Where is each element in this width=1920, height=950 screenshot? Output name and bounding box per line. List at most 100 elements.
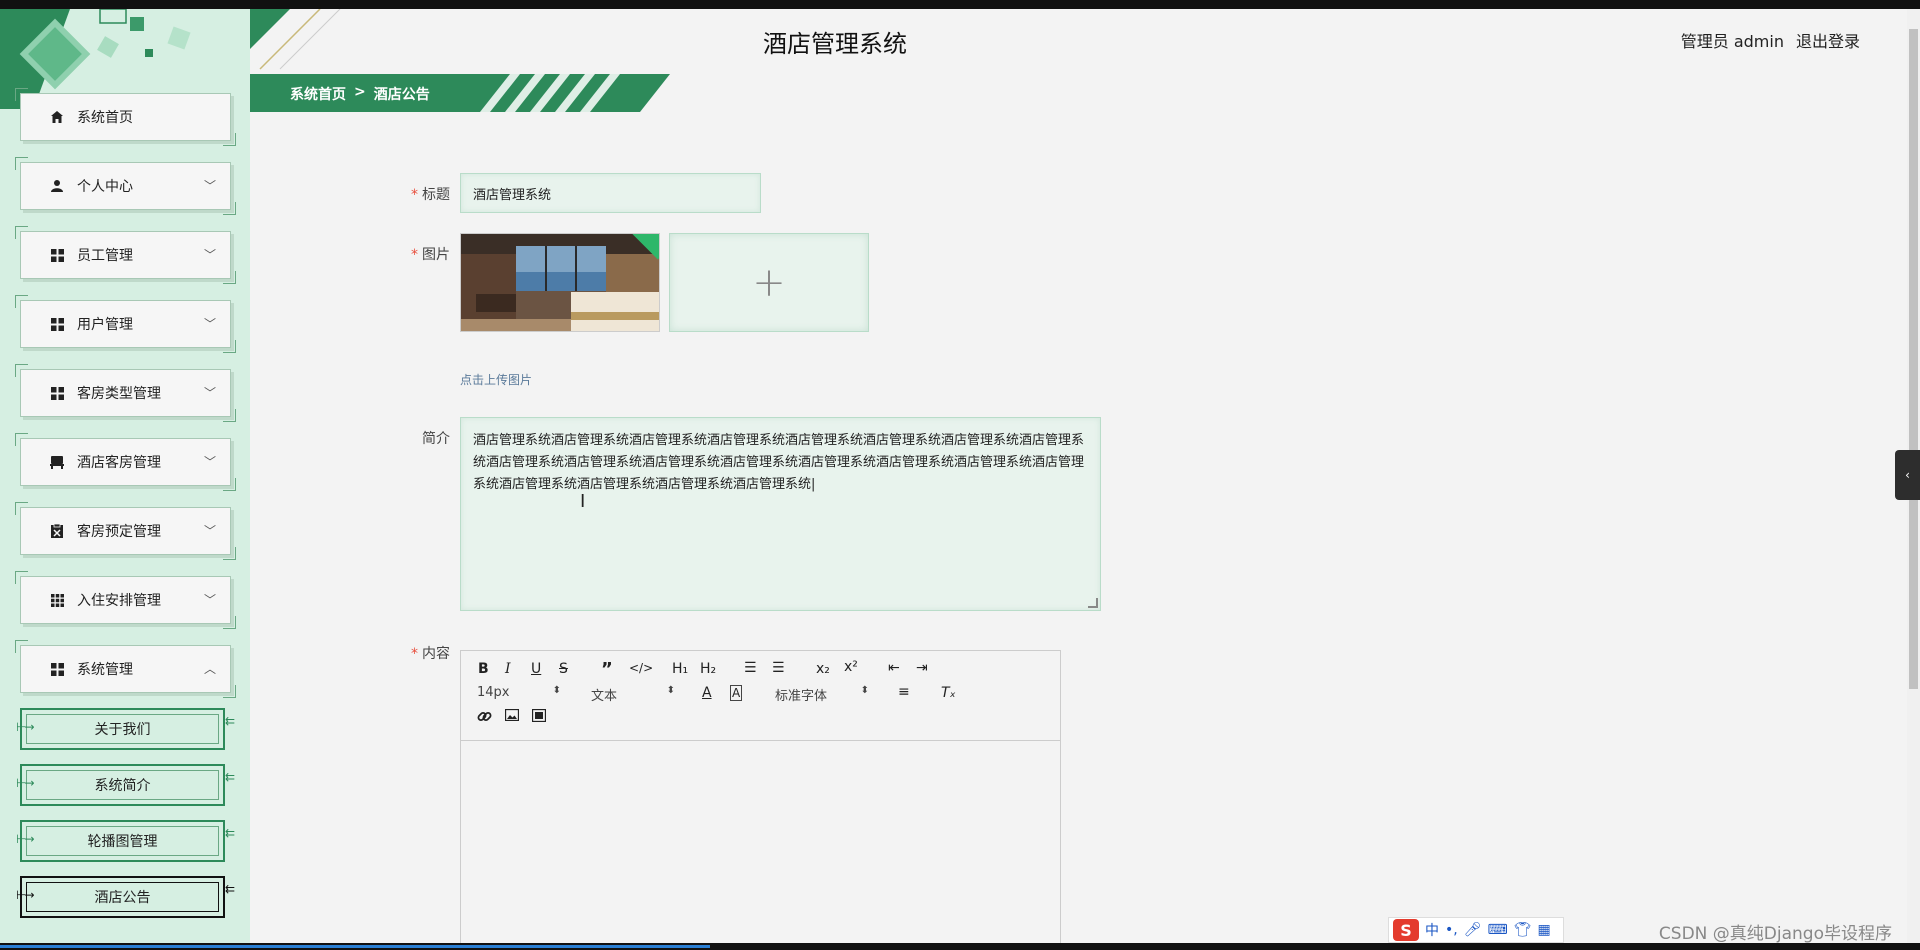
watermark: CSDN @真纯Django毕设程序 <box>1658 924 1892 944</box>
arrow-decor-icon: ⊢→ <box>16 776 34 790</box>
font-family-select[interactable]: 标准字体 ⬍ <box>775 685 869 704</box>
subscript-icon[interactable]: x₂ <box>816 661 830 677</box>
user-icon <box>47 176 67 196</box>
background-color-icon[interactable]: A <box>730 685 743 701</box>
home-icon <box>47 107 67 127</box>
sidebar-item-system[interactable]: 系统管理 ︿ <box>15 640 236 698</box>
sidebar-item-reservations[interactable]: 客房预定管理 ﹀ <box>15 502 236 560</box>
sidebar-item-label: 客房类型管理 <box>77 386 161 402</box>
ime-mode[interactable]: 中 <box>1425 920 1439 940</box>
image-label: * 图片 <box>411 247 450 263</box>
superscript-icon[interactable]: x² <box>844 659 858 675</box>
sidebar-item-users[interactable]: 用户管理 ﹀ <box>15 295 236 353</box>
microphone-icon[interactable]: 🎤︎ <box>1464 922 1482 938</box>
side-panel-toggle[interactable]: ‹ <box>1895 450 1920 500</box>
arrow-decor-icon: ⇇ <box>224 770 235 784</box>
plus-icon: + <box>752 259 786 306</box>
resize-handle-icon[interactable] <box>1088 598 1098 608</box>
keyboard-icon[interactable]: ⌨︎ <box>1488 922 1508 938</box>
breadcrumb: 系统首页 > 酒店公告 <box>290 84 430 104</box>
heading-2-icon[interactable]: H₂ <box>700 661 716 677</box>
indent-icon[interactable]: ⇥ <box>916 660 928 676</box>
upload-image-button[interactable]: + <box>669 233 869 332</box>
ime-toolbar[interactable]: S 中 •, 🎤︎ ⌨︎ 👕︎ ▦ <box>1388 917 1564 943</box>
required-mark: * <box>411 646 418 662</box>
clipboard-icon <box>47 521 67 541</box>
image-icon[interactable] <box>504 708 520 725</box>
required-mark: * <box>411 247 418 263</box>
outdent-icon[interactable]: ⇤ <box>888 660 900 676</box>
window-top-bar <box>0 0 1920 9</box>
chevron-down-icon: ﹀ <box>203 455 216 469</box>
sidebar-subitem-intro[interactable]: ⊢→ ⇇ 系统简介 <box>16 764 235 806</box>
scrollbar-thumb[interactable] <box>1909 29 1918 689</box>
upload-hint[interactable]: 点击上传图片 <box>460 371 532 388</box>
sidebar-subitem-announcement[interactable]: ⊢→ ⇇ 酒店公告 <box>16 876 235 918</box>
intro-text: 酒店管理系统酒店管理系统酒店管理系统酒店管理系统酒店管理系统酒店管理系统酒店管理… <box>473 433 1085 492</box>
intro-textarea[interactable]: 酒店管理系统酒店管理系统酒店管理系统酒店管理系统酒店管理系统酒店管理系统酒店管理… <box>460 417 1101 611</box>
bold-icon[interactable]: B <box>478 661 489 677</box>
align-icon[interactable]: ≡ <box>898 684 910 700</box>
strikethrough-icon[interactable]: S <box>559 661 568 677</box>
chevron-down-icon: ﹀ <box>203 593 216 607</box>
chevron-down-icon: ﹀ <box>203 248 216 262</box>
video-icon[interactable] <box>531 708 547 726</box>
title-input[interactable]: 酒店管理系统 <box>460 173 761 213</box>
font-color-icon[interactable]: A <box>702 685 712 701</box>
apps-icon <box>47 590 67 610</box>
uploaded-image-thumbnail[interactable] <box>460 233 660 332</box>
sidebar-item-room-types[interactable]: 客房类型管理 ﹀ <box>15 364 236 422</box>
clear-format-icon[interactable]: Tₓ <box>941 685 956 701</box>
punctuation-icon[interactable]: •, <box>1445 922 1458 938</box>
link-icon[interactable] <box>477 709 492 728</box>
chevron-up-icon: ︿ <box>203 662 216 676</box>
code-block-icon[interactable]: </> <box>629 661 653 675</box>
breadcrumb-home[interactable]: 系统首页 <box>290 84 346 104</box>
chevron-down-icon: ﹀ <box>203 317 216 331</box>
page-title: 酒店管理系统 <box>763 30 907 58</box>
select-arrows-icon: ⬍ <box>552 685 561 696</box>
arrow-decor-icon: ⇇ <box>224 826 235 840</box>
user-label: 管理员 admin <box>1680 32 1784 51</box>
editor-toolbar: B I U S ” </> H₁ H₂ ☰ ☰ x₂ x² ⇤ ⇥ 14px ⬍… <box>461 651 1060 741</box>
heading-1-icon[interactable]: H₁ <box>672 661 688 677</box>
arrow-decor-icon: ⇇ <box>224 714 235 728</box>
paragraph-select[interactable]: 文本 ⬍ <box>591 685 675 704</box>
text-cursor-icon: I <box>580 491 586 512</box>
sidebar-item-label: 系统首页 <box>77 110 133 126</box>
content-label: * 内容 <box>411 646 450 662</box>
ordered-list-icon[interactable]: ☰ <box>744 660 757 676</box>
chevron-down-icon: ﹀ <box>203 524 216 538</box>
arrow-decor-icon: ⇇ <box>224 882 235 896</box>
sidebar-item-home[interactable]: 系统首页 <box>15 88 236 146</box>
sidebar-item-label: 用户管理 <box>77 317 133 333</box>
breadcrumb-separator: > <box>354 84 366 100</box>
grid-icon <box>47 245 67 265</box>
window-bottom-bar <box>0 943 1920 950</box>
sidebar: 系统首页 个人中心 ﹀ 员工管理 ﹀ 用户管理 ﹀ 客房类型管理 ﹀ 酒店客房管… <box>0 9 250 943</box>
video-progress-bar <box>0 945 710 948</box>
sidebar-subitem-about[interactable]: ⊢→ ⇇ 关于我们 <box>16 708 235 750</box>
sidebar-item-hotel-rooms[interactable]: 酒店客房管理 ﹀ <box>15 433 236 491</box>
breadcrumb-current: 酒店公告 <box>373 87 430 103</box>
blockquote-icon[interactable]: ” <box>601 659 613 680</box>
sidebar-item-personal-center[interactable]: 个人中心 ﹀ <box>15 157 236 215</box>
arrow-decor-icon: ⊢→ <box>16 888 34 902</box>
grid-icon <box>47 659 67 679</box>
apps-grid-icon[interactable]: ▦ <box>1538 922 1551 938</box>
sogou-logo-icon: S <box>1393 919 1419 941</box>
sidebar-item-checkin[interactable]: 入住安排管理 ﹀ <box>15 571 236 629</box>
logout-link[interactable]: 退出登录 <box>1796 28 1860 52</box>
sidebar-subitem-carousel[interactable]: ⊢→ ⇇ 轮播图管理 <box>16 820 235 862</box>
rich-text-editor: B I U S ” </> H₁ H₂ ☰ ☰ x₂ x² ⇤ ⇥ 14px ⬍… <box>460 650 1061 950</box>
skin-icon[interactable]: 👕︎ <box>1514 922 1532 938</box>
chevron-left-icon: ‹ <box>1905 468 1910 482</box>
bullet-list-icon[interactable]: ☰ <box>772 660 785 676</box>
underline-icon[interactable]: U <box>531 661 541 677</box>
grid-icon <box>47 314 67 334</box>
chevron-down-icon: ﹀ <box>203 179 216 193</box>
italic-icon[interactable]: I <box>505 661 511 677</box>
sidebar-item-staff[interactable]: 员工管理 ﹀ <box>15 226 236 284</box>
font-size-select[interactable]: 14px ⬍ <box>477 685 561 703</box>
sidebar-item-label: 系统管理 <box>77 662 133 678</box>
